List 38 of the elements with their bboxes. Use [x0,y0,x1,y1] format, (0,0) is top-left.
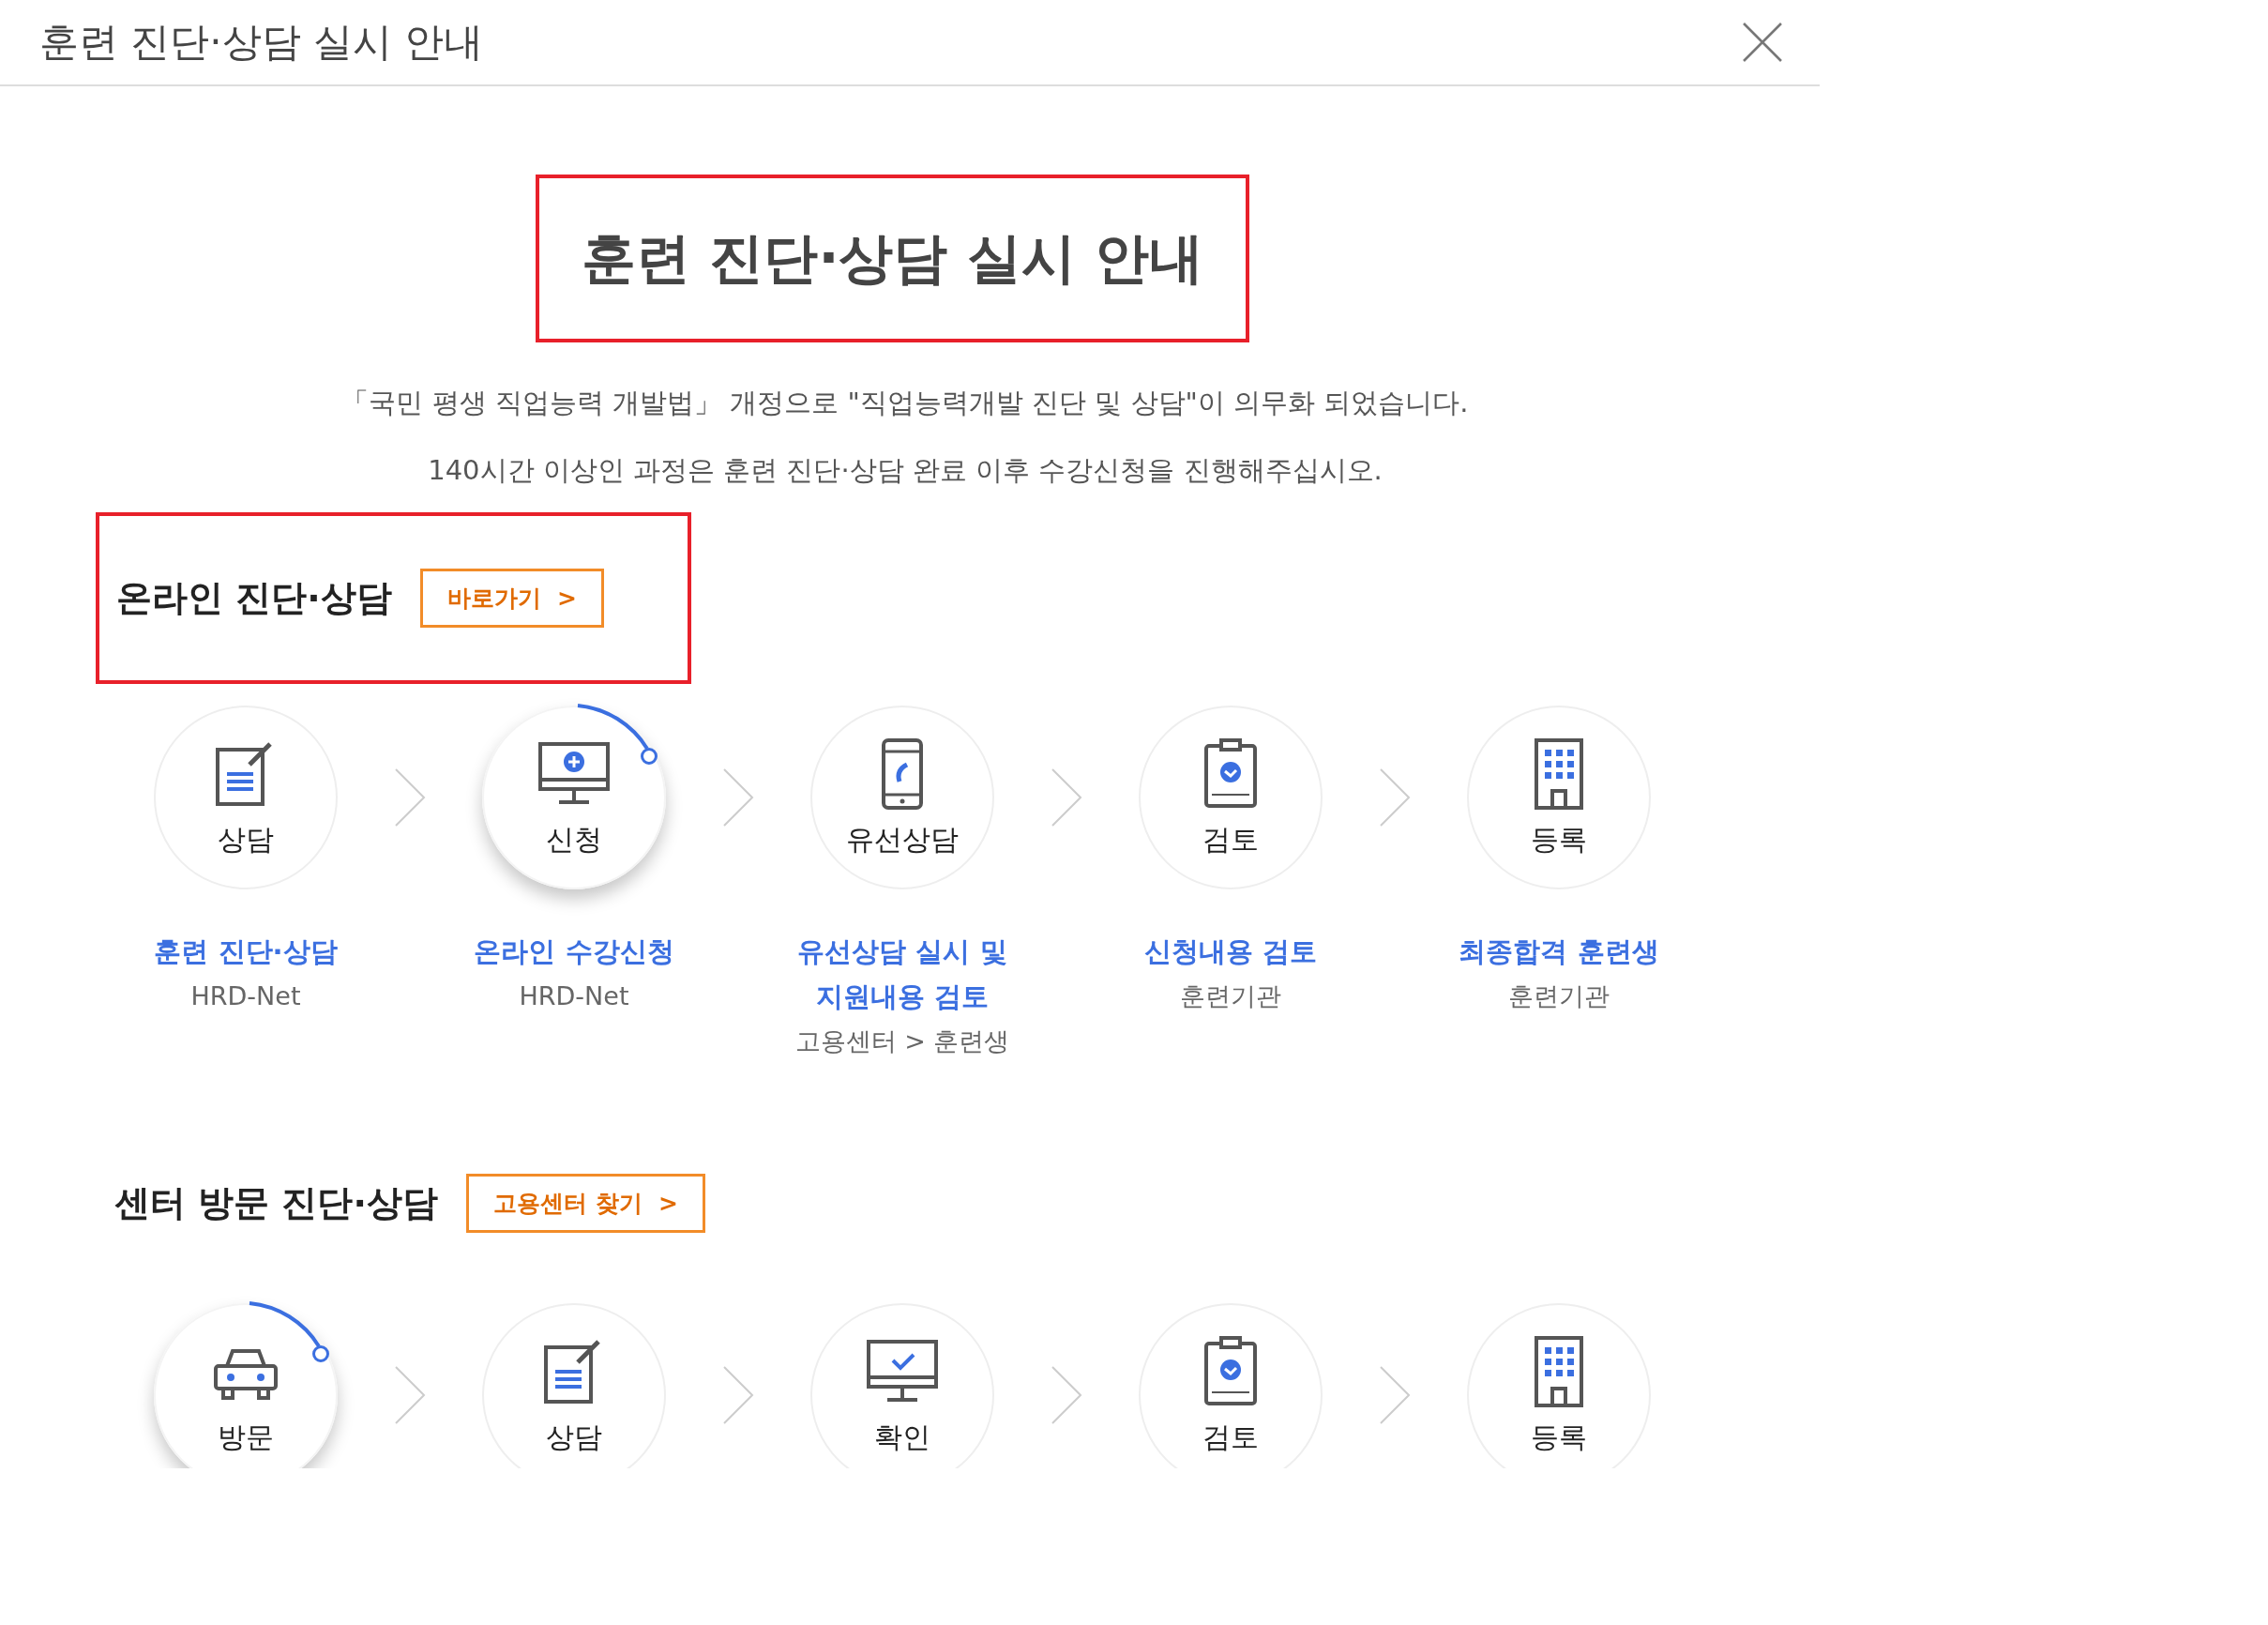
step-title: 지원내용 검토 [815,980,990,1014]
chevron-icon [1379,767,1411,828]
chevron-icon [394,767,426,828]
step-label: 등록 [1531,821,1587,858]
step-label: 상담 [218,821,274,858]
section-title: 온라인 진단·상담 [116,576,392,620]
step-label: 신청 [546,821,602,858]
step-label: 등록 [1531,1419,1587,1455]
intro-text: 「국민 평생 직업능력 개발법」 개정으로 "직업능력개발 진단 및 상담"이 의무화 되었습니다. [340,386,1470,420]
step-label: 확인 [874,1419,930,1455]
chevron-icon [722,767,754,828]
shortcut-button[interactable]: 고용센터 찾기 > [465,1174,705,1233]
step-title: 신청내용 검토 [1143,934,1318,969]
step-title: 훈련 진단·상담 [154,934,338,969]
page-heading: 훈련 진단·상담 실시 안내 [536,175,1249,342]
chevron-icon [1051,767,1082,828]
step-label: 방문 [218,1419,274,1455]
step-title: 온라인 수강신청 [474,934,674,969]
step-agent: HRD-Net [519,980,629,1012]
step-title: 유선상담 실시 및 [797,934,1007,969]
chevron-icon [1379,1365,1411,1425]
step-agent: 훈련기관 [1508,980,1610,1012]
step-agent: 고용센터 > 훈련생 [794,1025,1010,1057]
chevron-icon [1051,1365,1082,1425]
shortcut-button[interactable]: 바로가기 > [419,569,605,628]
step-agent: 훈련기관 [1180,980,1281,1012]
close-icon[interactable] [1743,23,1782,62]
step-label: 상담 [546,1419,602,1455]
chevron-icon [394,1365,426,1425]
step-title: 최종합격 훈련생 [1459,934,1659,969]
step-agent: HRD-Net [190,980,301,1012]
section-title: 센터 방문 진단·상담 [114,1181,438,1225]
step-label: 유선상담 [846,821,959,858]
step-label: 검토 [1202,821,1259,858]
dialog-title: 훈련 진단·상담 실시 안내 [39,18,484,67]
step-label: 검토 [1202,1419,1259,1455]
chevron-icon [722,1365,754,1425]
intro-text: 140시간 이상인 과정은 훈련 진단·상담 완료 이후 수강신청을 진행해주십시오. [427,453,1383,488]
